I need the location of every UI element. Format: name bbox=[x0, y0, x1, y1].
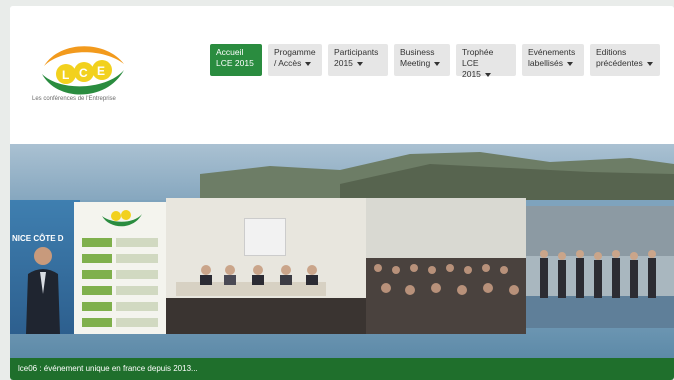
nav-item-participants[interactable]: Participants 2015 bbox=[328, 44, 388, 76]
logo-letter-l: L bbox=[62, 68, 69, 82]
seated-audience bbox=[366, 198, 526, 334]
nav-label-line1: Editions bbox=[596, 47, 627, 57]
nav-label-line2: 2015 bbox=[462, 69, 481, 79]
sign-text bbox=[116, 254, 158, 263]
nav-label-line1: Participants bbox=[334, 47, 379, 57]
site-header: L C E Les conférences de l'Entreprise Ac… bbox=[10, 6, 674, 136]
coast-hills bbox=[200, 152, 674, 200]
nav-item-evenements[interactable]: Evénements labellisés bbox=[522, 44, 584, 76]
logo-letter-e: E bbox=[97, 64, 105, 78]
conference-photo bbox=[166, 198, 366, 334]
page-container: L C E Les conférences de l'Entreprise Ac… bbox=[10, 6, 674, 380]
coast-sky bbox=[10, 144, 674, 200]
sign-row bbox=[82, 302, 112, 311]
nav-item-editions[interactable]: Editions précédentes bbox=[590, 44, 660, 76]
caret-down-icon bbox=[356, 61, 363, 66]
sign-text bbox=[116, 318, 158, 327]
nav-label-line1: Evénements bbox=[528, 47, 576, 57]
nav-item-business-meeting[interactable]: Business Meeting bbox=[394, 44, 450, 76]
sign-row bbox=[82, 286, 112, 295]
sign-row bbox=[82, 270, 112, 279]
caret-down-icon bbox=[646, 61, 653, 66]
hero-banner: NICE CÔTE D bbox=[10, 144, 674, 358]
sign-text bbox=[116, 238, 158, 247]
sign-row bbox=[82, 254, 112, 263]
event-signboard bbox=[74, 202, 166, 334]
standing-group bbox=[526, 206, 674, 328]
nav-item-trophee[interactable]: Trophée LCE 2015 bbox=[456, 44, 516, 79]
audience-photo bbox=[366, 198, 526, 334]
networking-photo bbox=[526, 206, 674, 328]
caret-down-icon bbox=[305, 61, 312, 66]
nav-label-line2: Meeting bbox=[400, 58, 431, 68]
caret-down-icon bbox=[566, 61, 573, 66]
sign-row bbox=[82, 238, 112, 247]
footer-bar: lce06 : événement unique en france depui… bbox=[10, 358, 674, 380]
nav-label-line1: Progamme bbox=[274, 47, 316, 57]
banner-text: NICE CÔTE D bbox=[12, 234, 64, 243]
speaker-photo bbox=[26, 247, 60, 334]
nav-label-line2: labellisés bbox=[528, 58, 563, 68]
sign-text bbox=[116, 270, 158, 279]
nav-label-line1: Accueil bbox=[216, 47, 244, 57]
audience-crowd bbox=[166, 298, 366, 334]
conference-screen bbox=[244, 218, 286, 256]
caret-down-icon bbox=[484, 72, 491, 77]
nav-item-programme[interactable]: Progamme / Accès bbox=[268, 44, 322, 76]
nav-item-accueil[interactable]: Accueil LCE 2015 bbox=[210, 44, 262, 76]
sign-text bbox=[116, 286, 158, 295]
sign-row bbox=[82, 318, 112, 327]
footer-text: lce06 : événement unique en france depui… bbox=[18, 364, 198, 373]
nav-label-line2: LCE 2015 bbox=[216, 58, 254, 68]
nav-label-line1: Business bbox=[400, 47, 435, 57]
nav-label-line2: 2015 bbox=[334, 58, 353, 68]
nav-label-line1: Trophée LCE bbox=[462, 47, 494, 68]
logo-tagline: Les conférences de l'Entreprise bbox=[32, 96, 116, 102]
sign-text bbox=[116, 302, 158, 311]
caret-down-icon bbox=[434, 61, 441, 66]
logo-letter-c: C bbox=[79, 66, 88, 80]
signboard-logo bbox=[102, 210, 142, 227]
nav-label-line2: précédentes bbox=[596, 58, 643, 68]
lce-logo[interactable]: L C E bbox=[32, 34, 132, 114]
panel-speakers bbox=[200, 265, 318, 285]
nav-label-line2: / Accès bbox=[274, 58, 302, 68]
